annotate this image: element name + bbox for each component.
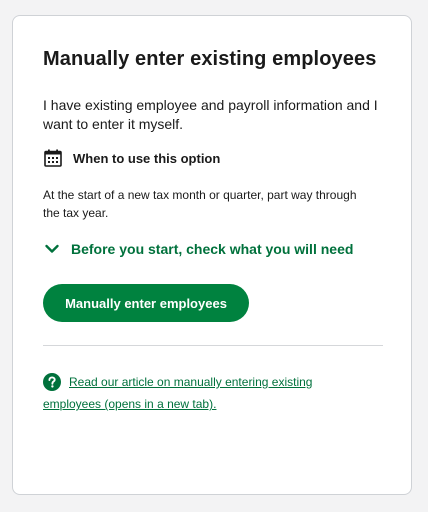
- help-article-link[interactable]: Read our article on manually entering ex…: [43, 371, 363, 415]
- question-circle-icon: [43, 373, 61, 391]
- calendar-icon: [44, 149, 62, 167]
- when-to-use-row: When to use this option: [43, 147, 220, 169]
- manually-enter-employees-button[interactable]: Manually enter employees: [43, 284, 249, 322]
- divider: [43, 345, 383, 346]
- when-to-use-label: When to use this option: [73, 150, 221, 166]
- before-you-start-expander[interactable]: Before you start, check what you will ne…: [43, 240, 353, 258]
- card-intro-text: I have existing employee and payroll inf…: [43, 97, 378, 132]
- expander-label: Before you start, check what you will ne…: [71, 241, 354, 257]
- when-to-use-text: At the start of a new tax month or quart…: [43, 188, 357, 220]
- card-title: Manually enter existing employees: [43, 48, 377, 70]
- option-card: Manually enter existing employees I have…: [12, 15, 412, 495]
- help-article-row: Read our article on manually entering ex…: [43, 371, 363, 415]
- chevron-down-icon: [45, 244, 59, 253]
